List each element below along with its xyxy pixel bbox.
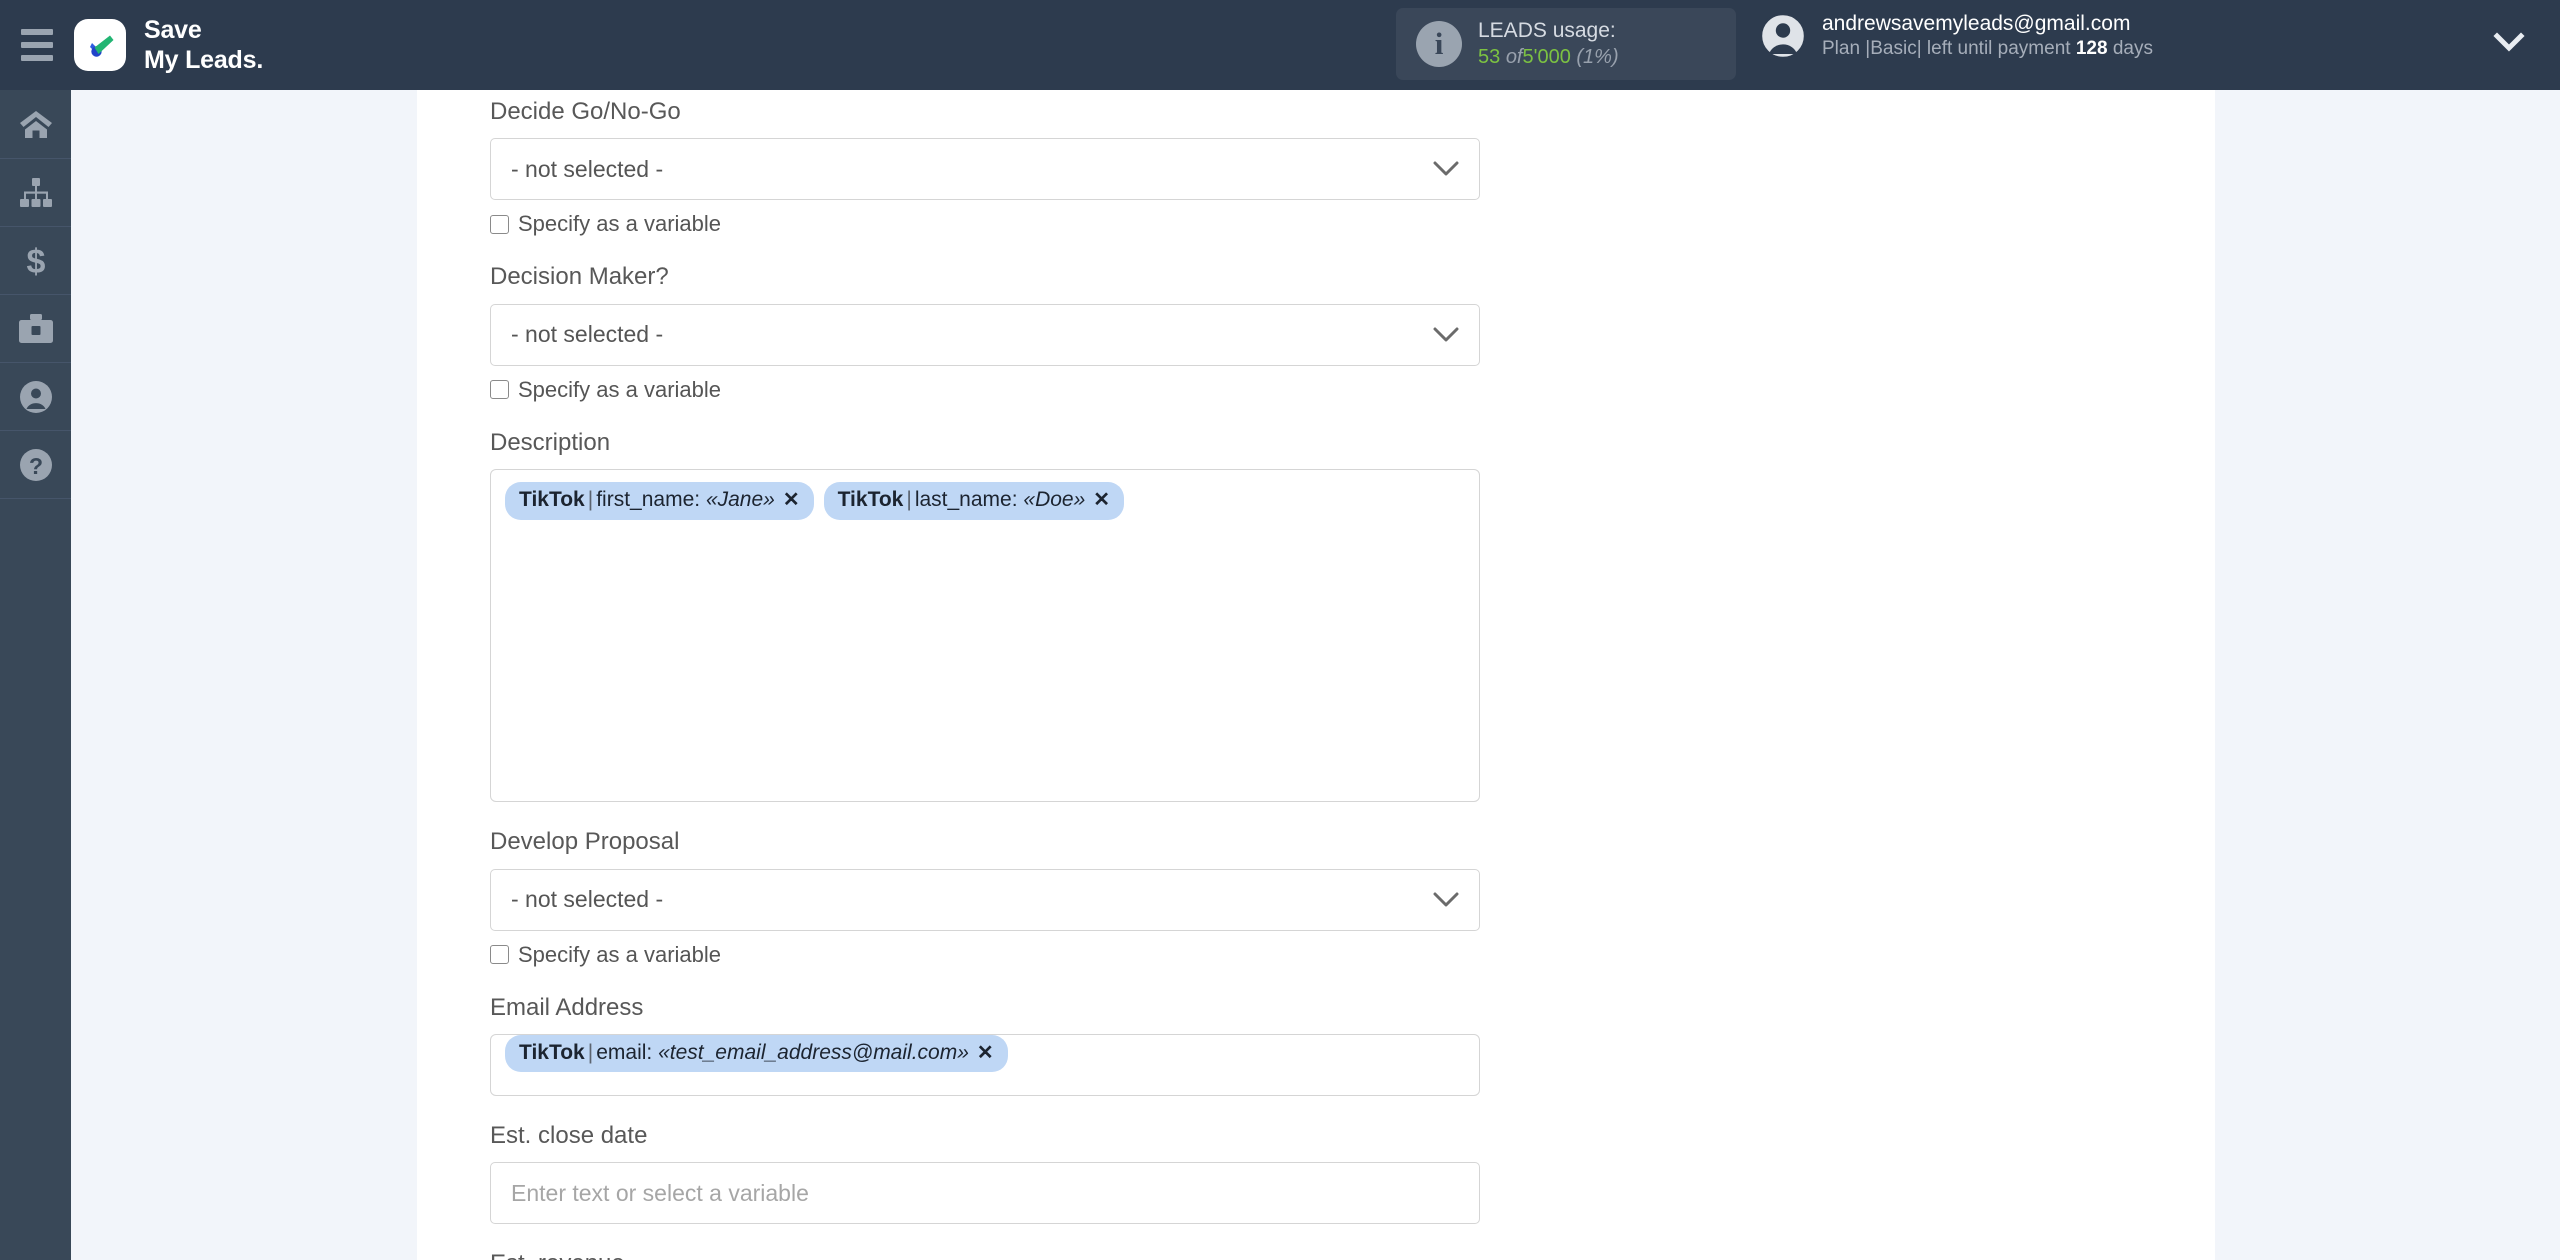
specify-as-variable-checkbox-decision-maker[interactable]	[490, 380, 509, 400]
variable-tag-field: email:	[596, 1040, 653, 1064]
specify-as-variable-row-decision-maker[interactable]: Specify as a variable	[490, 377, 1480, 403]
leads-used-count: 53	[1478, 45, 1501, 68]
variable-tag-separator: |	[587, 488, 594, 512]
variable-tag[interactable]: TikTok | email: «test_email_address@mail.c…	[505, 1034, 1008, 1073]
tag-input-description[interactable]: TikTok | first_name: «Jane» ✕ TikTok | last_na…	[490, 469, 1480, 803]
variable-tag[interactable]: TikTok | first_name: «Jane» ✕	[505, 482, 814, 520]
account-days-suffix: days	[2112, 38, 2153, 60]
remove-tag-icon[interactable]: ✕	[977, 1040, 994, 1067]
account-email: andrewsavemyleads@gmail.com	[1822, 12, 2131, 35]
select-develop-proposal[interactable]: - not selected -	[490, 868, 1480, 931]
form-field-est-revenue: Est. revenueEnter text or select a varia…	[490, 1224, 1480, 1260]
specify-as-variable-label-decide-go-no-go: Specify as a variable	[518, 211, 721, 237]
select-decide-go-no-go[interactable]: - not selected -	[490, 138, 1480, 201]
chevron-down-icon[interactable]	[1433, 892, 1459, 908]
sidebar-item-services[interactable]	[0, 295, 71, 363]
account-details: andrewsavemyleads@gmail.com Plan |Basic|…	[1822, 10, 2153, 62]
sidebar-rail: $ ?	[0, 90, 71, 1260]
sidebar-item-profile[interactable]	[0, 363, 71, 431]
info-icon: i	[1416, 21, 1462, 67]
tag-input-email-address[interactable]: TikTok | email: «test_email_address@mail.c…	[490, 1033, 1480, 1096]
chevron-down-icon[interactable]	[1433, 327, 1459, 343]
question-circle-icon: ?	[19, 448, 52, 481]
specify-as-variable-label-develop-proposal: Specify as a variable	[518, 941, 721, 967]
leads-total-count: 5'000	[1522, 45, 1571, 68]
form-field-decision-maker: Decision Maker? - not selected - Specify a…	[490, 237, 1480, 402]
account-plan-prefix: Plan |Basic| left until payment	[1822, 38, 2071, 60]
variable-tag[interactable]: TikTok | last_name: «Doe» ✕	[823, 482, 1125, 520]
field-label-est-revenue: Est. revenue	[490, 1224, 1480, 1260]
hamburger-icon[interactable]	[14, 22, 60, 68]
leads-usage-value: 53 of5'000 (1%)	[1478, 45, 1619, 71]
sidebar-item-home[interactable]	[0, 90, 71, 159]
check-logo-icon	[90, 35, 114, 57]
brand-line-1: Save	[144, 15, 202, 44]
remove-tag-icon[interactable]: ✕	[783, 487, 800, 514]
select-value-develop-proposal: - not selected -	[511, 886, 664, 913]
dollar-icon: $	[26, 244, 45, 278]
account-days-left: 128	[2075, 38, 2108, 60]
select-value-decision-maker: - not selected -	[511, 321, 664, 348]
field-label-email-address: Email Address	[490, 993, 644, 1021]
variable-tag-separator: |	[906, 488, 912, 512]
sidebar-item-connections[interactable]	[0, 159, 71, 227]
sidebar-item-billing[interactable]: $	[0, 227, 71, 295]
account-plan: Plan |Basic| left until payment 128 days	[1822, 37, 2153, 62]
variable-tag-source: TikTok	[837, 488, 904, 512]
briefcase-icon	[18, 313, 53, 343]
sidebar-item-help[interactable]: ?	[0, 431, 71, 499]
savemyleads-check-logo[interactable]	[74, 19, 126, 71]
chevron-down-icon[interactable]	[2492, 30, 2526, 56]
select-decision-maker[interactable]: - not selected -	[490, 303, 1480, 366]
brand-title[interactable]: Save My Leads.	[144, 15, 263, 76]
variable-tag-field: last_name:	[914, 488, 1018, 512]
svg-text:?: ?	[28, 453, 42, 479]
hamburger-bar	[21, 42, 53, 48]
leads-percent: (1%)	[1576, 45, 1619, 68]
text-input-est-close-date[interactable]: Enter text or select a variable	[490, 1162, 1480, 1225]
placeholder-est-close-date: Enter text or select a variable	[511, 1179, 809, 1206]
field-label-develop-proposal: Develop Proposal	[490, 828, 680, 856]
chevron-down-icon[interactable]	[1433, 161, 1459, 177]
leads-usage-text: LEADS usage: 53 of5'000 (1%)	[1478, 18, 1619, 70]
form-field-description: Description TikTok | first_name: «Jane» ✕ Tik…	[490, 403, 1480, 803]
specify-as-variable-checkbox-decide-go-no-go[interactable]	[490, 214, 509, 234]
form-field-develop-proposal: Develop Proposal - not selected - Specify …	[490, 802, 1480, 967]
field-label-description: Description	[490, 428, 611, 456]
variable-tag-value: «Doe»	[1023, 488, 1086, 512]
field-label-decide-go-no-go: Decide Go/No-Go	[490, 98, 681, 125]
form-field-decide-go-no-go: Decide Go/No-Go - not selected - Specify a…	[490, 90, 1480, 237]
user-avatar-icon	[1760, 12, 1806, 59]
specify-as-variable-checkbox-develop-proposal[interactable]	[490, 945, 509, 965]
content-panel: Decide Go/No-Go - not selected - Specify a…	[417, 90, 2215, 1260]
brand-line-2: My Leads.	[144, 46, 264, 74]
leads-of-label: of	[1505, 45, 1523, 68]
variable-tag-field: first_name:	[596, 488, 701, 512]
hamburger-bar	[21, 29, 53, 35]
select-value-decide-go-no-go: - not selected -	[511, 155, 664, 182]
variable-tag-source: TikTok	[519, 1040, 585, 1064]
specify-as-variable-row-decide-go-no-go[interactable]: Specify as a variable	[490, 211, 1480, 237]
app-header: Save My Leads. i LEADS usage: 53 of5'000…	[0, 0, 2560, 90]
leads-usage-badge[interactable]: i LEADS usage: 53 of5'000 (1%)	[1396, 8, 1736, 80]
form-field-email-address: Email Address TikTok | email: «test_email_a…	[490, 968, 1480, 1096]
variable-tag-separator: |	[587, 1040, 594, 1064]
sitemap-icon	[19, 177, 52, 207]
svg-text:$: $	[26, 244, 45, 278]
account-menu[interactable]: andrewsavemyleads@gmail.com Plan |Basic|…	[1760, 10, 2153, 62]
leads-usage-title: LEADS usage:	[1478, 18, 1616, 42]
specify-as-variable-row-develop-proposal[interactable]: Specify as a variable	[490, 942, 1480, 968]
field-label-est-close-date: Est. close date	[490, 1121, 648, 1149]
hamburger-bar	[21, 55, 53, 61]
specify-as-variable-label-decision-maker: Specify as a variable	[518, 376, 721, 402]
variable-tag-source: TikTok	[519, 488, 585, 512]
destination-fields-form: Decide Go/No-Go - not selected - Specify a…	[417, 90, 2215, 1260]
variable-tag-value: «Jane»	[705, 488, 775, 512]
field-label-decision-maker: Decision Maker?	[490, 263, 669, 291]
form-field-est-close-date: Est. close date Enter text or select a va…	[490, 1096, 1480, 1225]
user-circle-icon	[19, 380, 52, 413]
home-icon	[19, 111, 52, 138]
variable-tag-value: «test_email_address@mail.com»	[658, 1040, 969, 1064]
remove-tag-icon[interactable]: ✕	[1093, 487, 1110, 514]
